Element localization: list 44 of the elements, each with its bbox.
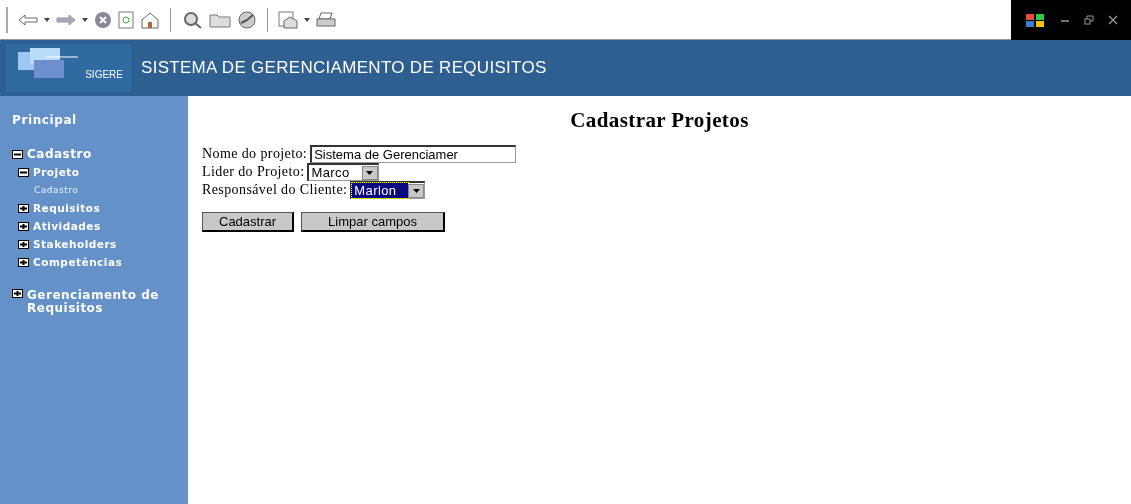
- page-title: Cadastrar Projetos: [569, 108, 750, 133]
- field-label: Nome do projeto:: [202, 146, 308, 162]
- tree-item[interactable]: Projeto: [33, 166, 80, 178]
- expand-icon[interactable]: [12, 289, 23, 298]
- stop-icon[interactable]: [94, 10, 112, 29]
- back-arrow-icon[interactable]: [18, 12, 38, 27]
- dropdown-caret-icon[interactable]: [44, 17, 50, 22]
- restore-icon[interactable]: [1084, 14, 1094, 25]
- field-label: Lider do Projeto:: [202, 164, 305, 180]
- expand-icon[interactable]: [18, 203, 29, 213]
- collapse-icon[interactable]: [18, 167, 29, 177]
- expand-icon[interactable]: [18, 239, 29, 249]
- home-icon[interactable]: [140, 10, 160, 29]
- history-icon[interactable]: [237, 10, 257, 29]
- system-title: SISTEMA DE GERENCIAMENTO DE REQUISITOS: [141, 58, 547, 78]
- text-field[interactable]: Sistema de Gerenciamer: [310, 145, 517, 163]
- tree-item[interactable]: Cadastro: [27, 147, 92, 161]
- mail-icon[interactable]: [278, 10, 298, 29]
- tree-item[interactable]: Atividades: [33, 220, 101, 232]
- close-icon[interactable]: [1108, 14, 1118, 25]
- forward-arrow-icon[interactable]: [56, 12, 76, 27]
- tree-item[interactable]: Gerenciamento de Requisitos: [27, 289, 172, 315]
- sigere-logo: SIGERE: [6, 44, 131, 92]
- tree-item[interactable]: Stakeholders: [33, 238, 117, 250]
- dropdown-field[interactable]: Marlon: [350, 181, 426, 199]
- expand-icon[interactable]: [18, 221, 29, 231]
- windows-flag-icon[interactable]: [1024, 11, 1046, 28]
- submit-button[interactable]: Cadastrar: [202, 212, 295, 232]
- expand-icon[interactable]: [18, 257, 29, 267]
- collapse-icon[interactable]: [12, 149, 23, 159]
- sidebar-heading[interactable]: Principal: [12, 113, 188, 127]
- dropdown-caret-icon[interactable]: [361, 165, 378, 180]
- clear-button[interactable]: Limpar campos: [301, 212, 445, 232]
- field-label: Responsável do Cliente:: [202, 182, 348, 198]
- dropdown-caret-icon[interactable]: [82, 17, 88, 22]
- dropdown-caret-icon[interactable]: [304, 17, 310, 22]
- refresh-icon[interactable]: [118, 10, 134, 29]
- tree-item[interactable]: Competências: [33, 256, 123, 268]
- dropdown-field[interactable]: Marco: [307, 163, 379, 181]
- dropdown-caret-icon[interactable]: [408, 183, 425, 198]
- print-icon[interactable]: [316, 11, 336, 28]
- tree-item[interactable]: Requisitos: [33, 202, 101, 214]
- search-icon[interactable]: [181, 10, 203, 29]
- tree-item[interactable]: Cadastro: [34, 185, 79, 195]
